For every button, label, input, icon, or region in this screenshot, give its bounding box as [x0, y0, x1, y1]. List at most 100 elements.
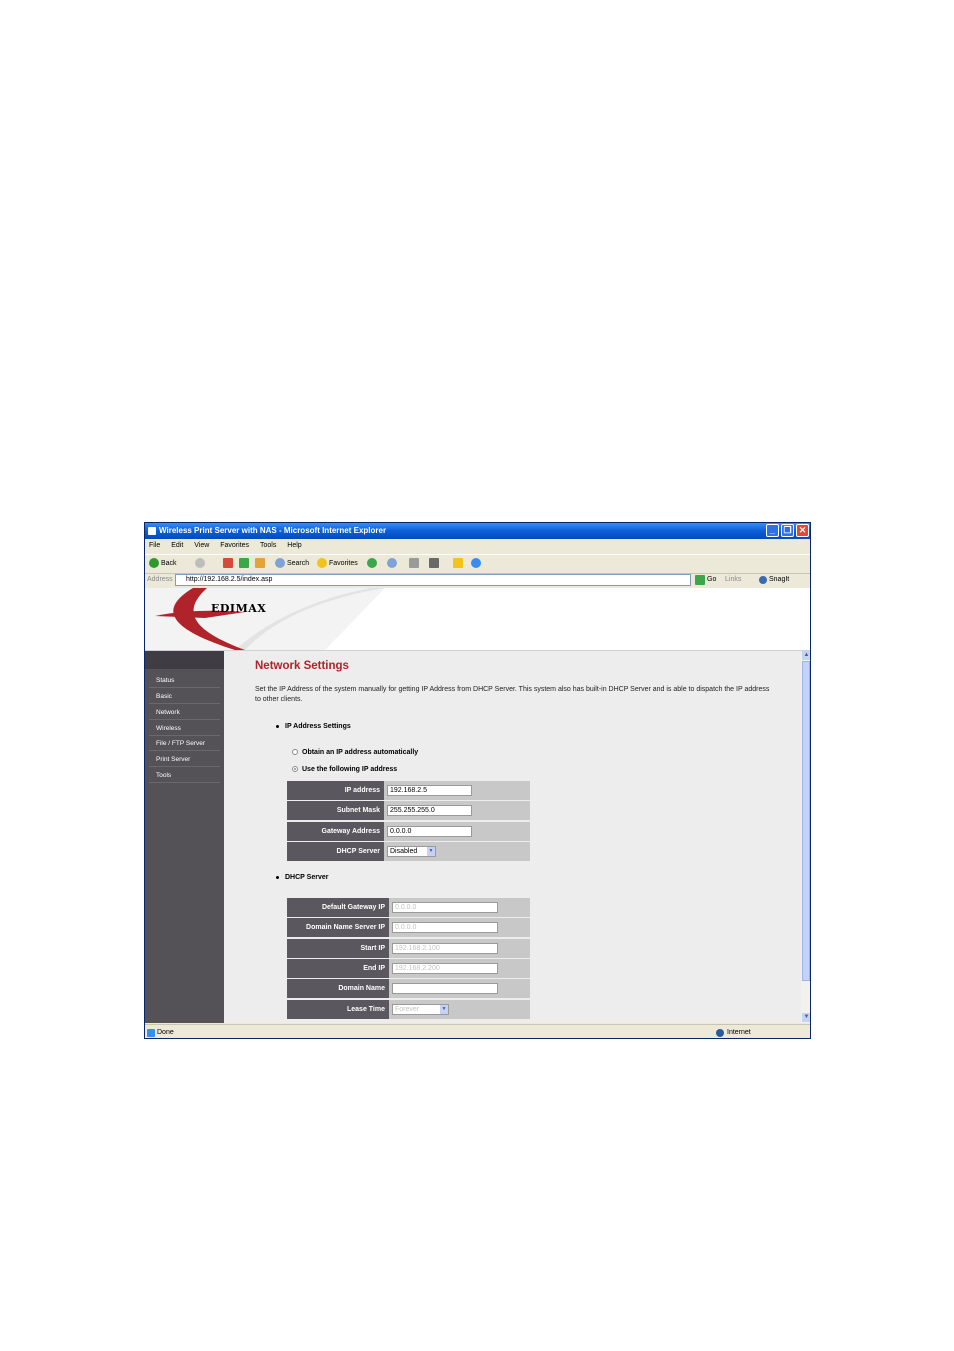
start-ip-field[interactable]: 192.168.2.100 [392, 943, 498, 954]
close-button[interactable]: ✕ [796, 524, 809, 537]
ip-address-row: IP address 192.168.2.5 [287, 781, 530, 800]
zone-text: Internet [727, 1029, 751, 1036]
status-text: Done [157, 1029, 174, 1036]
sidebar-item-status[interactable]: Status [149, 673, 220, 688]
home-icon [255, 558, 265, 569]
sidebar: Status Basic Network Wireless File / FTP… [145, 651, 224, 1023]
default-gateway-row: Default Gateway IP 0.0.0.0 [287, 898, 530, 917]
search-icon [275, 558, 285, 569]
history-button[interactable] [367, 555, 377, 573]
scroll-down-icon[interactable]: ▼ [802, 1013, 810, 1022]
radio-auto-ip-circle[interactable] [292, 749, 298, 756]
back-button[interactable]: Back [149, 555, 177, 573]
snagit-button[interactable]: SnagIt [769, 573, 789, 587]
mail-icon [387, 558, 397, 569]
default-gateway-label: Default Gateway IP [287, 898, 389, 917]
title-bar: Wireless Print Server with NAS - Microso… [145, 523, 810, 539]
chevron-down-icon: ▼ [427, 847, 435, 856]
start-ip-label: Start IP [287, 939, 389, 958]
subnet-mask-label: Subnet Mask [287, 801, 384, 820]
bullet-icon [276, 875, 279, 879]
radio-manual-ip[interactable]: Use the following IP address [292, 766, 397, 773]
sidebar-item-file-ftp[interactable]: File / FTP Server [149, 736, 220, 751]
page-title: Network Settings [255, 660, 349, 672]
gateway-label: Gateway Address [287, 822, 384, 841]
home-button[interactable] [255, 555, 265, 573]
history-icon [367, 558, 377, 569]
search-button[interactable]: Search [275, 555, 309, 573]
radio-auto-ip[interactable]: Obtain an IP address automatically [292, 749, 418, 756]
end-ip-field[interactable]: 192.168.2.200 [392, 963, 498, 974]
scroll-up-icon[interactable]: ▲ [802, 651, 810, 660]
sidebar-item-print-server[interactable]: Print Server [149, 752, 220, 767]
menu-favorites[interactable]: Favorites [220, 542, 249, 549]
edit-button[interactable] [429, 555, 439, 573]
print-button[interactable] [409, 555, 419, 573]
menu-help[interactable]: Help [287, 542, 301, 549]
edimax-logo: EDIMAX [211, 602, 267, 615]
domain-name-row: Domain Name [287, 979, 530, 998]
page-description: Set the IP Address of the system manuall… [255, 686, 770, 703]
print-icon [409, 558, 419, 569]
links-button[interactable]: Links [725, 573, 741, 587]
folder-button[interactable] [453, 555, 463, 573]
ip-address-field[interactable]: 192.168.2.5 [387, 785, 472, 796]
end-ip-row: End IP 192.168.2.200 [287, 959, 530, 978]
menu-file[interactable]: File [149, 542, 160, 549]
dhcp-section: DHCP Server [276, 874, 328, 881]
dns-field[interactable]: 0.0.0.0 [392, 922, 498, 933]
vertical-scrollbar[interactable]: ▲ ▼ [801, 651, 810, 1023]
forward-arrow-icon [195, 558, 205, 569]
dhcp-server-select[interactable]: Disabled ▼ [387, 846, 436, 857]
forward-button[interactable] [195, 555, 205, 573]
go-button[interactable]: Go [707, 573, 716, 587]
refresh-icon [239, 558, 249, 569]
dhcp-server-row: DHCP Server Disabled ▼ [287, 842, 530, 861]
messenger-button[interactable] [471, 555, 481, 573]
favorites-button[interactable]: Favorites [317, 555, 358, 573]
address-label: Address [147, 576, 173, 583]
banner-swoosh [145, 588, 385, 650]
refresh-button[interactable] [239, 555, 249, 573]
chevron-down-icon: ▼ [440, 1005, 448, 1014]
menu-view[interactable]: View [194, 542, 209, 549]
minimize-button[interactable]: _ [766, 524, 779, 537]
star-icon [317, 558, 327, 569]
bullet-icon [276, 724, 279, 728]
gateway-field[interactable]: 0.0.0.0 [387, 826, 472, 837]
domain-name-label: Domain Name [287, 979, 389, 998]
dhcp-server-label: DHCP Server [287, 842, 384, 861]
dns-label: Domain Name Server IP [287, 918, 389, 937]
status-bar: Done Internet [145, 1024, 810, 1038]
sidebar-item-wireless[interactable]: Wireless [149, 721, 220, 736]
sidebar-item-basic[interactable]: Basic [149, 689, 220, 704]
sidebar-item-tools[interactable]: Tools [149, 768, 220, 783]
domain-name-field[interactable] [392, 983, 498, 994]
globe-icon [716, 1029, 724, 1037]
ip-settings-section: IP Address Settings [276, 723, 351, 730]
address-input[interactable]: http://192.168.2.5/index.asp [175, 574, 691, 586]
menu-bar: File Edit View Favorites Tools Help [145, 539, 810, 553]
maximize-button[interactable]: ❐ [781, 524, 794, 537]
subnet-mask-field[interactable]: 255.255.255.0 [387, 805, 472, 816]
messenger-icon [471, 558, 481, 569]
toolbar: Back Search Favorites [145, 554, 810, 574]
default-gateway-field[interactable]: 0.0.0.0 [392, 902, 498, 913]
sidebar-item-network[interactable]: Network [149, 705, 220, 720]
lease-time-select[interactable]: Forever ▼ [392, 1004, 449, 1015]
mail-button[interactable] [387, 555, 397, 573]
sidebar-top [145, 651, 224, 669]
stop-button[interactable] [223, 555, 233, 573]
menu-tools[interactable]: Tools [260, 542, 276, 549]
ip-address-label: IP address [287, 781, 384, 800]
subnet-mask-row: Subnet Mask 255.255.255.0 [287, 801, 530, 820]
go-icon [695, 575, 705, 585]
back-arrow-icon [149, 558, 159, 569]
window-title: Wireless Print Server with NAS - Microso… [159, 526, 387, 535]
gateway-row: Gateway Address 0.0.0.0 [287, 822, 530, 841]
menu-edit[interactable]: Edit [171, 542, 183, 549]
address-bar: Address http://192.168.2.5/index.asp Go … [145, 573, 810, 587]
scroll-thumb[interactable] [802, 661, 810, 981]
radio-manual-ip-circle[interactable] [292, 766, 298, 773]
page-content: EDIMAX Status Basic Network Wireless Fil… [145, 588, 810, 1023]
